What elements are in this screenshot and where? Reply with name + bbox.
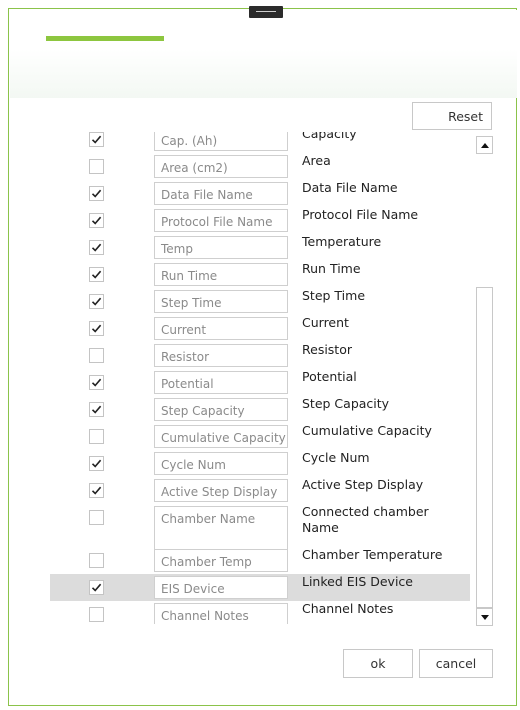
- column-name-field[interactable]: Step Time: [154, 290, 288, 313]
- column-description: Potential: [302, 369, 357, 384]
- column-description: Cumulative Capacity: [302, 423, 432, 438]
- checkmark-icon: [91, 378, 102, 387]
- row-checkbox[interactable]: [89, 267, 104, 282]
- column-name-field[interactable]: EIS Device: [154, 576, 288, 599]
- column-name-field[interactable]: Chamber Name: [154, 506, 288, 550]
- column-description: Channel Notes: [302, 601, 394, 616]
- list-item[interactable]: Cap. (Ah) Capacity: [50, 132, 470, 153]
- scrollbar-thumb[interactable]: [476, 287, 493, 608]
- row-checkbox[interactable]: [89, 510, 104, 525]
- row-checkbox[interactable]: [89, 429, 104, 444]
- checkmark-icon: [91, 135, 102, 144]
- row-checkbox[interactable]: [89, 240, 104, 255]
- column-name-field[interactable]: Cap. (Ah): [154, 132, 288, 151]
- row-checkbox[interactable]: [89, 213, 104, 228]
- row-checkbox[interactable]: [89, 580, 104, 595]
- row-checkbox[interactable]: [89, 159, 104, 174]
- column-description: Data File Name: [302, 180, 398, 195]
- column-name-field[interactable]: Cumulative Capacity: [154, 425, 288, 448]
- row-checkbox[interactable]: [89, 607, 104, 622]
- scroll-down-button[interactable]: [476, 608, 493, 626]
- list-item[interactable]: Active Step Display Active Step Display: [50, 477, 470, 504]
- column-description: Resistor: [302, 342, 352, 357]
- list-item[interactable]: Cumulative Capacity Cumulative Capacity: [50, 423, 470, 450]
- column-list: Cap. (Ah) Capacity Area (cm2) Area Data File…: [48, 132, 472, 624]
- column-name-field[interactable]: Protocol File Name: [154, 209, 288, 232]
- list-item[interactable]: Chamber Temp Chamber Temperature: [50, 547, 470, 574]
- column-description: Cycle Num: [302, 450, 370, 465]
- column-name-field[interactable]: Area (cm2): [154, 155, 288, 178]
- list-item[interactable]: Resistor Resistor: [50, 342, 470, 369]
- column-description: Connected chamber Name: [302, 504, 429, 535]
- scroll-up-button[interactable]: [476, 136, 493, 154]
- column-name-field[interactable]: Active Step Display: [154, 479, 288, 502]
- cancel-button[interactable]: cancel: [419, 649, 493, 678]
- checkmark-icon: [91, 270, 102, 279]
- checkmark-icon: [91, 243, 102, 252]
- column-name-field[interactable]: Cycle Num: [154, 452, 288, 475]
- column-description: Step Time: [302, 288, 366, 303]
- list-item[interactable]: Channel Notes Channel Notes: [50, 601, 470, 624]
- column-name-field[interactable]: Chamber Temp: [154, 549, 288, 572]
- triangle-up-icon: [480, 142, 489, 148]
- column-name-field[interactable]: Run Time: [154, 263, 288, 286]
- checkmark-icon: [91, 189, 102, 198]
- row-checkbox[interactable]: [89, 132, 104, 147]
- column-name-field[interactable]: Data File Name: [154, 182, 288, 205]
- column-description: Linked EIS Device: [302, 574, 413, 589]
- column-description: Protocol File Name: [302, 207, 419, 222]
- list-item[interactable]: Current Current: [50, 315, 470, 342]
- checkmark-icon: [91, 216, 102, 225]
- checkmark-icon: [91, 297, 102, 306]
- column-name-field[interactable]: Temp: [154, 236, 288, 259]
- row-checkbox[interactable]: [89, 294, 104, 309]
- column-description: Step Capacity: [302, 396, 390, 411]
- list-item[interactable]: Temp Temperature: [50, 234, 470, 261]
- row-checkbox[interactable]: [89, 456, 104, 471]
- row-checkbox[interactable]: [89, 553, 104, 568]
- checkmark-icon: [91, 405, 102, 414]
- column-name-field[interactable]: Channel Notes: [154, 603, 288, 624]
- checkmark-icon: [91, 324, 102, 333]
- column-description: Active Step Display: [302, 477, 424, 492]
- column-description: Temperature: [302, 234, 382, 249]
- list-item[interactable]: EIS Device Linked EIS Device: [50, 574, 470, 601]
- list-item[interactable]: Run Time Run Time: [50, 261, 470, 288]
- accent-bar: [46, 36, 164, 41]
- ok-button[interactable]: ok: [343, 649, 413, 678]
- triangle-down-icon: [480, 614, 489, 620]
- checkmark-icon: [91, 486, 102, 495]
- row-checkbox[interactable]: [89, 375, 104, 390]
- column-description: Chamber Temperature: [302, 547, 443, 562]
- row-checkbox[interactable]: [89, 186, 104, 201]
- list-item[interactable]: Protocol File Name Protocol File Name: [50, 207, 470, 234]
- checkmark-icon: [91, 459, 102, 468]
- dialog-header: [10, 10, 517, 98]
- row-checkbox[interactable]: [89, 483, 104, 498]
- column-name-field[interactable]: Potential: [154, 371, 288, 394]
- list-item[interactable]: Potential Potential: [50, 369, 470, 396]
- list-item[interactable]: Step Time Step Time: [50, 288, 470, 315]
- list-item[interactable]: Area (cm2) Area: [50, 153, 470, 180]
- drag-handle-icon[interactable]: [249, 6, 283, 18]
- column-description: Capacity: [302, 132, 357, 141]
- row-checkbox[interactable]: [89, 321, 104, 336]
- list-item[interactable]: Cycle Num Cycle Num: [50, 450, 470, 477]
- column-description: Area: [302, 153, 331, 168]
- column-name-field[interactable]: Resistor: [154, 344, 288, 367]
- list-item[interactable]: Chamber Name Connected chamber Name: [50, 504, 470, 550]
- column-description: Run Time: [302, 261, 361, 276]
- row-checkbox[interactable]: [89, 348, 104, 363]
- list-item[interactable]: Data File Name Data File Name: [50, 180, 470, 207]
- row-checkbox[interactable]: [89, 402, 104, 417]
- column-name-field[interactable]: Current: [154, 317, 288, 340]
- checkmark-icon: [91, 583, 102, 592]
- reset-button[interactable]: Reset: [412, 102, 492, 130]
- column-name-field[interactable]: Step Capacity: [154, 398, 288, 421]
- column-description: Current: [302, 315, 349, 330]
- list-item[interactable]: Step Capacity Step Capacity: [50, 396, 470, 423]
